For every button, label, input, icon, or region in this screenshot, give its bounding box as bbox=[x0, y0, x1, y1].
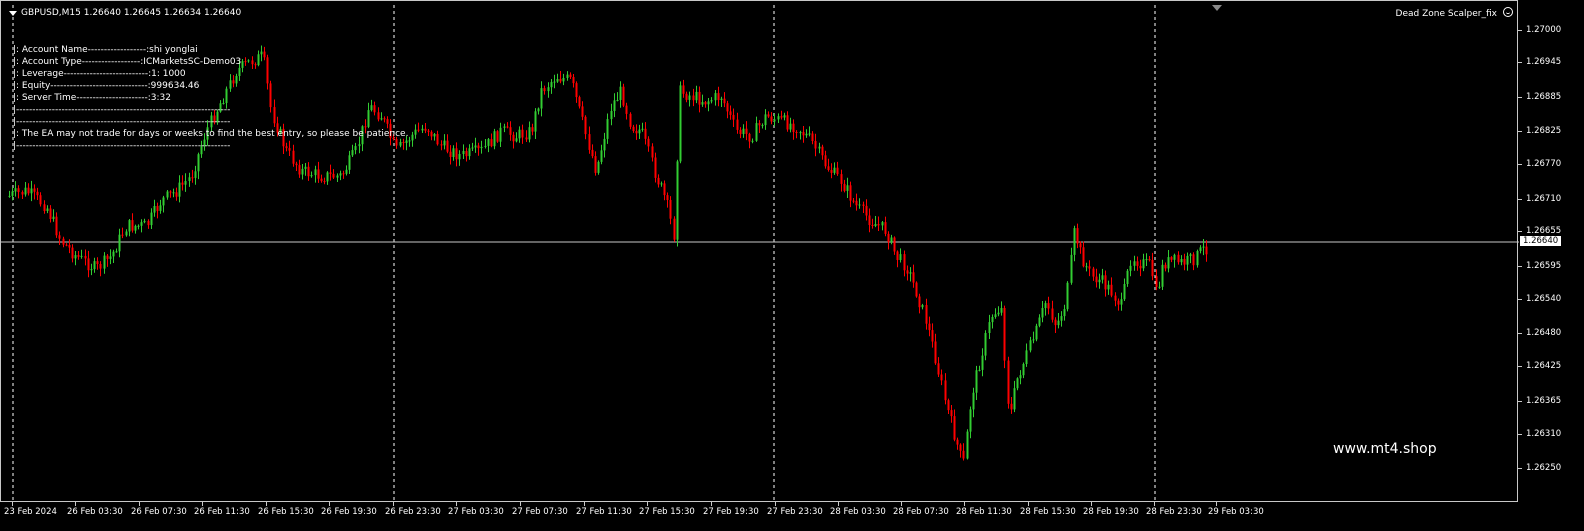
time-label: 26 Feb 15:30 bbox=[258, 507, 314, 517]
price-label: 1.26250 bbox=[1526, 463, 1562, 473]
price-tick bbox=[1518, 199, 1522, 200]
smiley-icon[interactable] bbox=[1503, 7, 1513, 17]
watermark: www.mt4.shop bbox=[1333, 441, 1437, 457]
chart-area[interactable]: GBPUSD,M15 1.26640 1.26645 1.26634 1.266… bbox=[0, 0, 1519, 503]
leverage-row: |: Leverage--------------------------:1:… bbox=[13, 69, 186, 79]
time-label: 28 Feb 07:30 bbox=[893, 507, 949, 517]
chart-shift-marker[interactable] bbox=[1212, 5, 1222, 11]
time-tick bbox=[964, 502, 965, 506]
price-label: 1.26595 bbox=[1526, 261, 1562, 271]
time-tick bbox=[584, 502, 585, 506]
time-tick bbox=[711, 502, 712, 506]
price-label: 1.26770 bbox=[1526, 159, 1562, 169]
price-label: 1.26425 bbox=[1526, 361, 1562, 371]
price-label: 1.26655 bbox=[1526, 226, 1562, 236]
price-tick bbox=[1518, 266, 1522, 267]
time-label: 27 Feb 07:30 bbox=[512, 507, 568, 517]
price-tick bbox=[1518, 164, 1522, 165]
time-tick bbox=[775, 502, 776, 506]
price-label: 1.26825 bbox=[1526, 126, 1562, 136]
price-tick bbox=[1518, 366, 1522, 367]
price-label: 1.26710 bbox=[1526, 194, 1562, 204]
current-price-label: 1.26640 bbox=[1520, 236, 1562, 246]
time-label: 23 Feb 2024 bbox=[4, 507, 57, 517]
price-label: 1.26945 bbox=[1526, 57, 1562, 67]
separator-line: |---------------------------------------… bbox=[13, 141, 231, 151]
time-label: 27 Feb 23:30 bbox=[767, 507, 823, 517]
time-label: 26 Feb 11:30 bbox=[194, 507, 250, 517]
chart-menu-icon[interactable] bbox=[9, 11, 17, 16]
account-name-row: |: Account Name------------------:shi yo… bbox=[13, 45, 198, 55]
account-type-row: |: Account Type------------------:ICMark… bbox=[13, 57, 242, 67]
price-tick bbox=[1518, 62, 1522, 63]
time-tick bbox=[393, 502, 394, 506]
time-tick bbox=[520, 502, 521, 506]
time-tick bbox=[1028, 502, 1029, 506]
expert-advisor-name[interactable]: Dead Zone Scalper_fix bbox=[1396, 9, 1497, 19]
price-tick bbox=[1518, 333, 1522, 334]
price-tick bbox=[1518, 434, 1522, 435]
price-tick bbox=[1518, 30, 1522, 31]
time-label: 28 Feb 19:30 bbox=[1083, 507, 1139, 517]
price-axis[interactable]: 1.27000 1.26945 1.26885 1.26825 1.26770 1.267… bbox=[1518, 0, 1584, 502]
time-tick bbox=[266, 502, 267, 506]
time-tick bbox=[647, 502, 648, 506]
price-label: 1.26885 bbox=[1526, 92, 1562, 102]
time-tick bbox=[838, 502, 839, 506]
time-tick bbox=[1091, 502, 1092, 506]
account-info-panel: |: Account Name------------------:shi yo… bbox=[13, 44, 408, 152]
time-label: 28 Feb 23:30 bbox=[1146, 507, 1202, 517]
price-tick bbox=[1518, 299, 1522, 300]
time-tick bbox=[329, 502, 330, 506]
price-tick bbox=[1518, 401, 1522, 402]
time-tick bbox=[75, 502, 76, 506]
server-time-row: |: Server Time----------------------:3:3… bbox=[13, 93, 172, 103]
time-label: 27 Feb 03:30 bbox=[448, 507, 504, 517]
time-tick bbox=[901, 502, 902, 506]
time-label: 28 Feb 03:30 bbox=[830, 507, 886, 517]
time-tick bbox=[1154, 502, 1155, 506]
symbol-info: GBPUSD,M15 1.26640 1.26645 1.26634 1.266… bbox=[21, 8, 242, 18]
price-label: 1.27000 bbox=[1526, 25, 1562, 35]
time-label: 26 Feb 19:30 bbox=[321, 507, 377, 517]
time-label: 28 Feb 15:30 bbox=[1020, 507, 1076, 517]
price-tick bbox=[1518, 468, 1522, 469]
time-tick bbox=[1216, 502, 1217, 506]
separator-line: |---------------------------------------… bbox=[13, 105, 231, 115]
time-label: 26 Feb 07:30 bbox=[131, 507, 187, 517]
price-tick bbox=[1518, 231, 1522, 232]
time-tick bbox=[12, 502, 13, 506]
price-tick bbox=[1518, 131, 1522, 132]
time-label: 27 Feb 11:30 bbox=[576, 507, 632, 517]
time-axis[interactable]: 23 Feb 2024 26 Feb 03:30 26 Feb 07:30 26 Fe… bbox=[0, 502, 1518, 531]
time-label: 26 Feb 03:30 bbox=[67, 507, 123, 517]
time-label: 28 Feb 11:30 bbox=[956, 507, 1012, 517]
time-label: 26 Feb 23:30 bbox=[385, 507, 441, 517]
equity-row: |: Equity------------------------------:… bbox=[13, 81, 200, 91]
time-tick bbox=[139, 502, 140, 506]
price-tick bbox=[1518, 97, 1522, 98]
separator-line: |---------------------------------------… bbox=[13, 117, 231, 127]
price-label: 1.26310 bbox=[1526, 429, 1562, 439]
time-tick bbox=[456, 502, 457, 506]
price-label: 1.26365 bbox=[1526, 396, 1562, 406]
time-label: 27 Feb 15:30 bbox=[639, 507, 695, 517]
time-label: 29 Feb 03:30 bbox=[1208, 507, 1264, 517]
price-label: 1.26540 bbox=[1526, 294, 1562, 304]
time-label: 27 Feb 19:30 bbox=[703, 507, 759, 517]
time-tick bbox=[202, 502, 203, 506]
ea-message: |: The EA may not trade for days or week… bbox=[13, 129, 409, 139]
price-label: 1.26480 bbox=[1526, 328, 1562, 338]
